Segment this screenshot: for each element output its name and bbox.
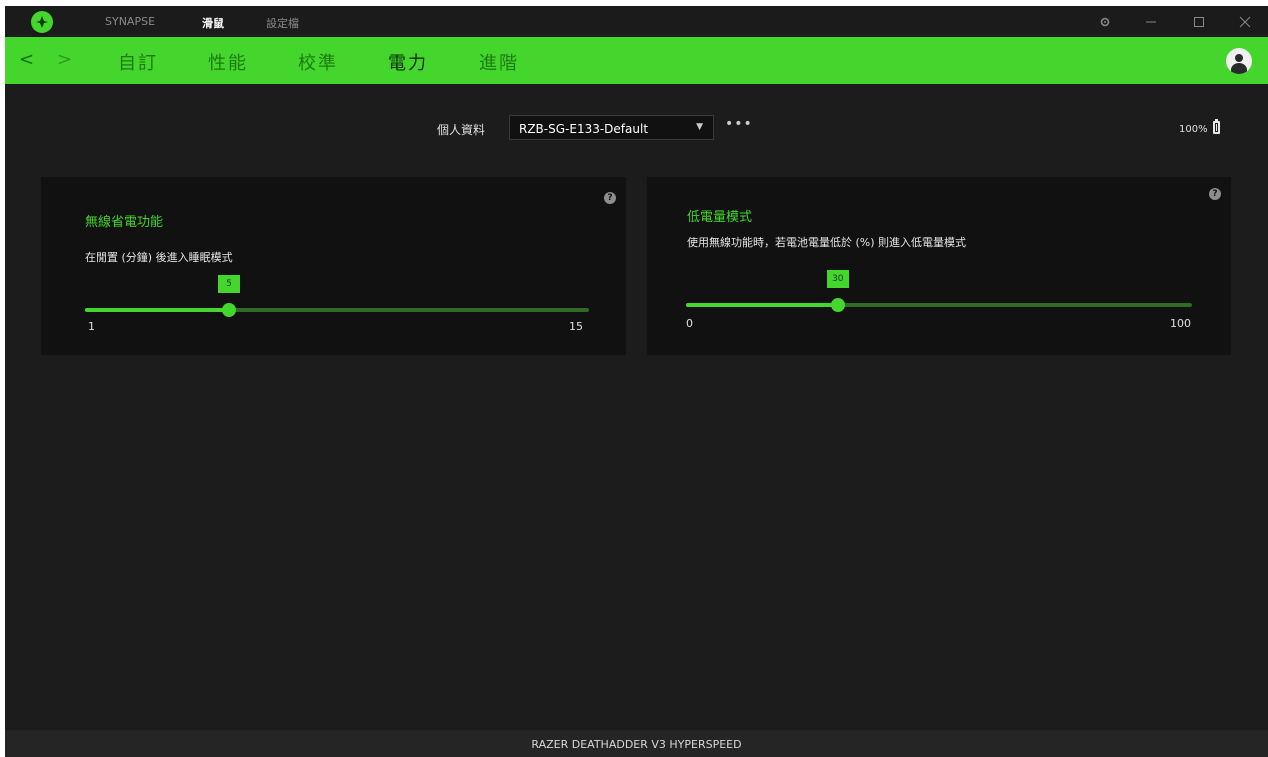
avatar-body [1231, 63, 1247, 74]
razer-logo-icon [31, 11, 53, 33]
tab-power[interactable]: 電力 [388, 49, 428, 75]
tab-calibration[interactable]: 校準 [298, 49, 338, 75]
nav-bar: < > 自訂 性能 校準 電力 進階 [5, 37, 1268, 84]
tab-customize[interactable]: 自訂 [118, 49, 158, 75]
card-description: 使用無線功能時，若電池電量低於 (%) 則進入低電量模式 [687, 236, 967, 249]
slider-thumb[interactable] [830, 298, 845, 312]
card-low-power-mode: 低電量模式 使用無線功能時，若電池電量低於 (%) 則進入低電量模式 ? 30 … [647, 177, 1231, 355]
slider-min-label: 0 [686, 317, 693, 330]
chevron-down-icon: ▼ [696, 122, 703, 132]
device-name: RAZER DEATHADDER V3 HYPERSPEED [531, 738, 742, 751]
title-tab-synapse[interactable]: SYNAPSE [105, 15, 155, 28]
app-window: SYNAPSE 滑鼠 設定檔 < > 自訂 性能 校準 電力 進階 個人資料 R… [5, 6, 1268, 757]
profile-dropdown[interactable]: RZB-SG-E133-Default ▼ [509, 115, 714, 140]
slider-value-badge: 30 [826, 270, 849, 288]
help-icon[interactable]: ? [1209, 188, 1221, 200]
title-tab-profiles[interactable]: 設定檔 [266, 15, 299, 31]
minimize-icon[interactable] [1141, 12, 1161, 32]
title-bar: SYNAPSE 滑鼠 設定檔 [5, 6, 1268, 37]
more-options-button[interactable]: ••• [725, 116, 753, 132]
close-icon[interactable] [1235, 12, 1255, 32]
low-power-threshold-slider[interactable]: 30 [686, 270, 1192, 312]
slider-max-label: 15 [569, 320, 583, 333]
profile-selected-value: RZB-SG-E133-Default [519, 122, 649, 136]
tab-advanced[interactable]: 進階 [479, 49, 519, 75]
gear-icon[interactable] [1095, 12, 1115, 32]
battery-percentage: 100% [1179, 124, 1208, 135]
card-description: 在閒置 (分鐘) 後進入睡眠模式 [85, 251, 233, 264]
slider-min-label: 1 [88, 320, 95, 333]
sleep-timeout-slider[interactable]: 5 [85, 275, 589, 317]
device-footer: RAZER DEATHADDER V3 HYPERSPEED [5, 730, 1268, 757]
card-wireless-power-saving: 無線省電功能 在閒置 (分鐘) 後進入睡眠模式 ? 5 1 15 [41, 177, 626, 355]
title-tab-mouse[interactable]: 滑鼠 [202, 15, 224, 31]
back-arrow-icon[interactable]: < [19, 49, 34, 70]
forward-arrow-icon[interactable]: > [57, 49, 72, 70]
slider-max-label: 100 [1170, 317, 1191, 330]
card-title: 無線省電功能 [85, 215, 164, 230]
avatar[interactable] [1226, 48, 1252, 74]
slider-value-badge: 5 [218, 275, 240, 293]
battery-icon [1213, 119, 1220, 134]
avatar-head [1235, 54, 1243, 62]
maximize-icon[interactable] [1189, 12, 1209, 32]
slider-fill [85, 308, 229, 312]
profile-label: 個人資料 [437, 123, 486, 137]
slider-thumb[interactable] [222, 303, 236, 317]
slider-fill [686, 303, 838, 307]
help-icon[interactable]: ? [604, 192, 616, 204]
main-content: 個人資料 RZB-SG-E133-Default ▼ ••• 100% 無線省電… [5, 84, 1268, 730]
tab-performance[interactable]: 性能 [208, 49, 248, 75]
card-title: 低電量模式 [687, 210, 753, 225]
